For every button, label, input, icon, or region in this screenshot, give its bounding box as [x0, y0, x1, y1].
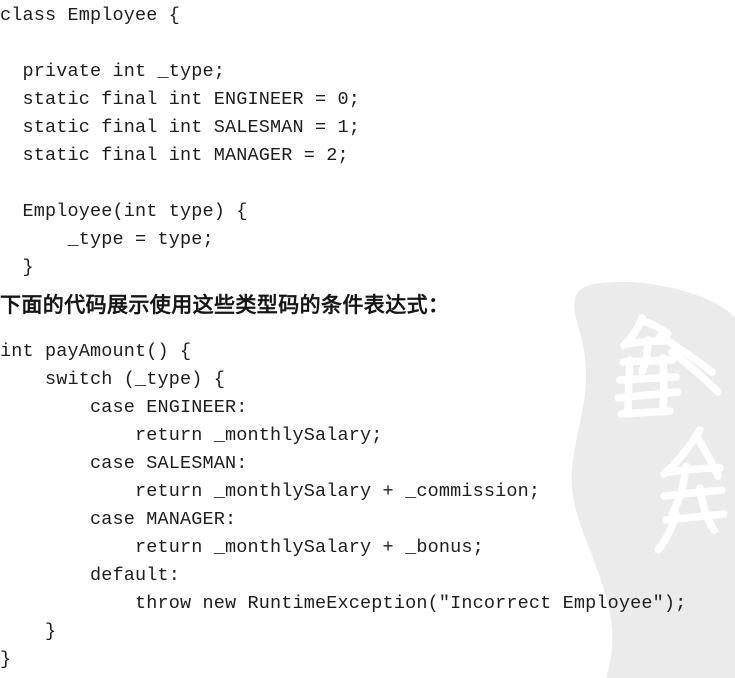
section-heading-chinese: 下面的代码展示使用这些类型码的条件表达式： — [0, 293, 450, 317]
code-block-pay-amount: int payAmount() { switch (_type) { case … — [0, 341, 687, 670]
code-block-employee-class: class Employee { private int _type; stat… — [0, 5, 361, 278]
document-page: class Employee { private int _type; stat… — [0, 0, 735, 678]
